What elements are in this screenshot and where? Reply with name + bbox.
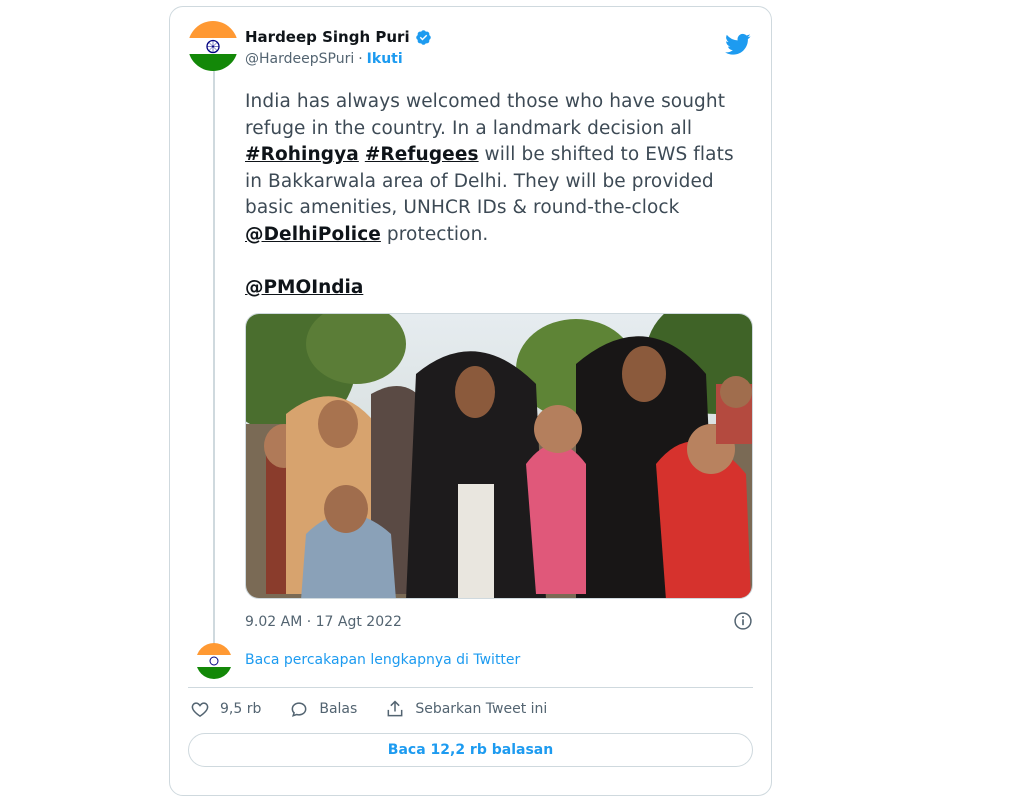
tweet-text-segment: protection. bbox=[380, 223, 489, 245]
like-button[interactable]: 9,5 rb bbox=[190, 699, 261, 719]
reply-button[interactable]: Balas bbox=[289, 699, 357, 719]
mention-link[interactable]: @PMOIndia bbox=[245, 277, 363, 298]
tweet-text-segment: India has always welcomed those who have… bbox=[245, 91, 726, 139]
mention-link[interactable]: @DelhiPolice bbox=[245, 224, 381, 245]
hashtag-link[interactable]: #Rohingya bbox=[245, 144, 359, 165]
share-upload-icon bbox=[387, 700, 403, 717]
follow-button[interactable]: Ikuti bbox=[367, 51, 403, 67]
hashtag-link[interactable]: #Refugees bbox=[365, 144, 479, 165]
refugees-photo-image bbox=[246, 314, 752, 598]
tweet-body: India has always welcomed those who have… bbox=[245, 89, 755, 248]
timestamp-row: 9.02 AM · 17 Agt 2022 bbox=[245, 611, 753, 633]
author-handle[interactable]: @HardeepSPuri bbox=[245, 51, 354, 67]
reply-label: Balas bbox=[319, 701, 358, 717]
tweet-photo[interactable] bbox=[245, 313, 753, 599]
info-icon[interactable] bbox=[733, 611, 753, 631]
verified-badge-icon bbox=[415, 29, 431, 45]
read-conversation-row[interactable]: Baca percakapan lengkapnya di Twitter bbox=[196, 643, 756, 679]
tweet-header: Hardeep Singh Puri @HardeepSPuri · Ikuti bbox=[188, 19, 753, 79]
read-conversation-link[interactable]: Baca percakapan lengkapnya di Twitter bbox=[245, 652, 520, 668]
share-label: Sebarkan Tweet ini bbox=[415, 701, 548, 717]
author-display-name[interactable]: Hardeep Singh Puri bbox=[245, 28, 410, 46]
author-avatar-small bbox=[196, 643, 232, 679]
heart-icon bbox=[191, 702, 209, 717]
tweet-actions-bar: 9,5 rb Balas Sebarkan Tweet ini bbox=[190, 697, 575, 721]
author-avatar[interactable] bbox=[188, 21, 238, 71]
like-count: 9,5 rb bbox=[220, 701, 262, 717]
read-replies-button[interactable]: Baca 12,2 rb balasan bbox=[188, 733, 753, 767]
speech-bubble-icon bbox=[291, 702, 307, 717]
twitter-bird-icon[interactable] bbox=[725, 31, 751, 57]
tweet-mention-line: @PMOIndia bbox=[245, 277, 363, 298]
handle-row: @HardeepSPuri · Ikuti bbox=[245, 51, 403, 67]
share-button[interactable]: Sebarkan Tweet ini bbox=[385, 699, 547, 719]
handle-separator: · bbox=[358, 51, 363, 67]
name-row: Hardeep Singh Puri bbox=[245, 28, 432, 46]
actions-divider bbox=[188, 687, 753, 688]
thread-connector-line bbox=[213, 71, 215, 647]
tweet-timestamp[interactable]: 9.02 AM · 17 Agt 2022 bbox=[245, 614, 402, 630]
tweet-card: Hardeep Singh Puri @HardeepSPuri · Ikuti… bbox=[169, 6, 772, 796]
